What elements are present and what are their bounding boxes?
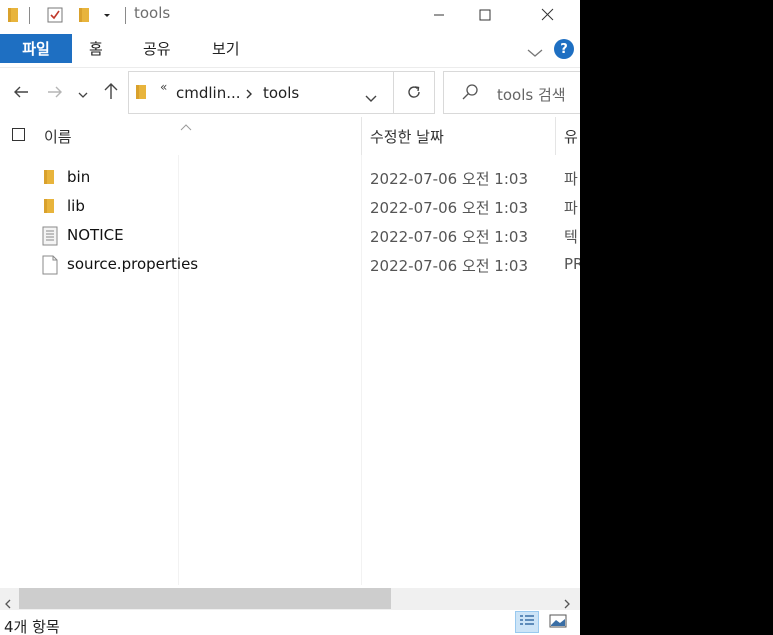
file-explorer-window: tools 파일 홈 공유 보기 ? « cmdlin... tools too…: [0, 0, 580, 635]
minimize-icon: [433, 6, 445, 25]
folder-icon: [134, 84, 148, 104]
minimize-button[interactable]: [416, 0, 462, 31]
forward-button[interactable]: [43, 80, 67, 106]
help-button[interactable]: ?: [554, 39, 574, 59]
ribbon-tabs: 파일 홈 공유 보기 ?: [0, 31, 580, 68]
file-type: 파: [564, 170, 578, 188]
toolbar-separator: [29, 7, 30, 24]
file-type: 파: [564, 199, 578, 217]
file-icon: [42, 255, 60, 275]
text-file-icon: [42, 226, 60, 246]
file-date: 2022-07-06 오전 1:03: [370, 257, 528, 275]
title-separator: [125, 7, 126, 24]
breadcrumb-tools[interactable]: tools: [263, 84, 299, 102]
recent-locations-button[interactable]: [73, 80, 93, 106]
file-row-notice[interactable]: NOTICE 2022-07-06 오전 1:03 텍: [36, 221, 580, 250]
file-date: 2022-07-06 오전 1:03: [370, 228, 528, 246]
details-view-icon: [519, 613, 535, 632]
back-button[interactable]: [9, 80, 33, 106]
item-count: 4개 항목: [4, 618, 60, 635]
black-background-area: [580, 0, 773, 635]
tab-share[interactable]: 공유: [143, 34, 171, 63]
back-arrow-icon: [13, 84, 29, 103]
window-title: tools: [134, 4, 171, 22]
file-name: bin: [67, 168, 91, 186]
search-input[interactable]: tools 검색: [497, 84, 566, 105]
file-date: 2022-07-06 오전 1:03: [370, 170, 528, 188]
maximize-button[interactable]: [462, 0, 508, 31]
column-divider[interactable]: [361, 117, 362, 155]
tab-home[interactable]: 홈: [89, 34, 103, 63]
folder-icon: [4, 5, 22, 25]
path-overflow[interactable]: «: [160, 80, 167, 94]
address-divider: [393, 72, 394, 113]
customize-quick-access-icon[interactable]: [100, 5, 114, 25]
file-type: 텍: [564, 228, 578, 246]
column-type[interactable]: 유: [564, 117, 578, 155]
expand-ribbon-icon[interactable]: [527, 43, 543, 62]
details-view-button[interactable]: [515, 611, 539, 633]
title-bar: tools: [0, 0, 580, 31]
sort-ascending-icon: [180, 116, 192, 135]
file-row-source-properties[interactable]: source.properties 2022-07-06 오전 1:03 PR: [36, 250, 580, 279]
close-icon: [541, 6, 554, 25]
tab-file[interactable]: 파일: [0, 34, 72, 63]
chevron-down-icon: [78, 84, 88, 103]
forward-arrow-icon: [47, 84, 63, 103]
address-bar[interactable]: « cmdlin... tools: [128, 71, 435, 114]
chevron-right-icon[interactable]: [245, 85, 253, 104]
select-all-checkbox[interactable]: [12, 128, 25, 141]
file-name: lib: [67, 197, 85, 215]
up-button[interactable]: [99, 80, 123, 106]
address-history-icon[interactable]: [365, 88, 377, 107]
properties-check-icon[interactable]: [45, 5, 65, 25]
folder-icon: [42, 168, 60, 186]
large-icons-view-button[interactable]: [546, 611, 570, 633]
column-name[interactable]: 이름: [44, 117, 72, 155]
search-box[interactable]: tools 검색: [443, 71, 580, 114]
file-row-bin[interactable]: bin 2022-07-06 오전 1:03 파: [36, 163, 580, 192]
folder-icon: [42, 197, 60, 215]
file-type: PR: [564, 255, 580, 273]
breadcrumb-cmdline[interactable]: cmdlin...: [176, 84, 241, 102]
file-row-lib[interactable]: lib 2022-07-06 오전 1:03 파: [36, 192, 580, 221]
file-name: source.properties: [67, 255, 199, 273]
file-name: NOTICE: [67, 226, 124, 244]
large-icons-view-icon: [549, 613, 567, 632]
new-folder-icon[interactable]: [75, 5, 93, 25]
maximize-icon: [479, 6, 491, 25]
refresh-icon[interactable]: [406, 84, 422, 104]
close-button[interactable]: [524, 0, 570, 31]
search-icon: [461, 83, 479, 105]
column-date-modified[interactable]: 수정한 날짜: [370, 117, 444, 155]
scrollbar-thumb[interactable]: [19, 588, 391, 609]
column-divider[interactable]: [555, 117, 556, 155]
tab-view[interactable]: 보기: [212, 34, 240, 63]
up-arrow-icon: [104, 82, 118, 104]
status-bar: 4개 항목: [0, 610, 580, 635]
file-date: 2022-07-06 오전 1:03: [370, 199, 528, 217]
